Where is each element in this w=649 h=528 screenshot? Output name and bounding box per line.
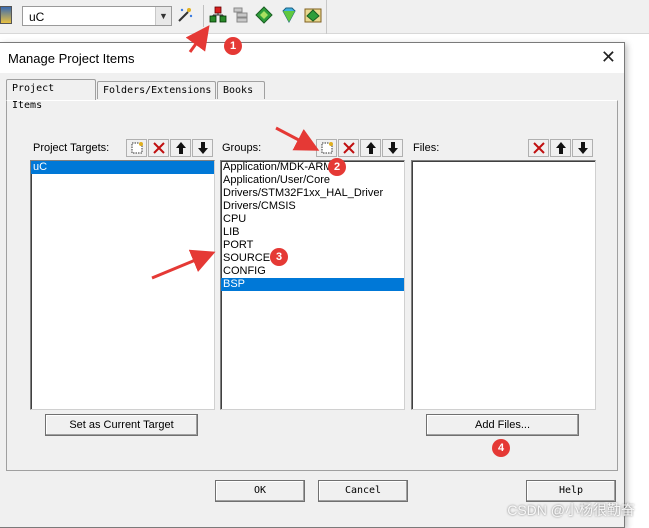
move-group-up-button[interactable] [360,139,381,157]
groups-label: Groups: [222,142,262,154]
project-items-panel: Project Targets: uC Set as Current Targe… [6,100,618,471]
tab-folders-extensions[interactable]: Folders/Extensions [97,81,216,99]
close-icon[interactable]: ✕ [601,47,616,67]
annotation-badge-3: 3 [270,248,288,266]
select-packs-icon[interactable] [232,6,250,24]
dialog-titlebar: Manage Project Items ✕ [0,43,624,73]
arrow-up-icon [555,142,566,154]
list-item-group[interactable]: CONFIG [221,265,404,278]
files-list[interactable] [411,160,596,410]
annotation-badge-2: 2 [328,158,346,176]
set-current-target-button[interactable]: Set as Current Target [45,414,198,436]
delete-icon [532,142,545,154]
chevron-down-icon[interactable]: ▼ [155,7,171,25]
annotation-badge-4: 4 [492,439,510,457]
pack-installer-icon[interactable] [255,6,273,24]
list-item-group[interactable]: PORT [221,239,404,252]
manage-runtime-env-icon[interactable] [304,6,322,24]
toolbar-separator [203,5,204,27]
move-file-down-button[interactable] [572,139,593,157]
cancel-button[interactable]: Cancel [318,480,408,502]
target-select-value: uC [29,10,45,24]
project-load-icon[interactable] [0,6,12,24]
list-item-group[interactable]: SOURCE [221,252,404,265]
delete-group-button[interactable] [338,139,359,157]
move-target-down-button[interactable] [192,139,213,157]
target-options-icon[interactable] [176,6,194,24]
move-group-down-button[interactable] [382,139,403,157]
arrow-down-icon [387,142,398,154]
ok-button[interactable]: OK [215,480,305,502]
main-toolbar: uC ▼ [0,0,649,34]
arrow-up-icon [365,142,376,154]
new-item-icon [131,142,143,154]
list-item-target[interactable]: uC [31,161,214,174]
arrow-down-icon [197,142,208,154]
list-item-group[interactable]: Application/User/Core [221,174,404,187]
new-item-icon [321,142,333,154]
toolbar-separator [326,0,327,34]
annotation-badge-1: 1 [224,37,242,55]
tab-books[interactable]: Books [217,81,265,99]
add-files-button[interactable]: Add Files... [426,414,579,436]
delete-file-button[interactable] [528,139,549,157]
move-file-up-button[interactable] [550,139,571,157]
list-item-group[interactable]: BSP [221,278,404,291]
delete-icon [152,142,165,154]
target-select[interactable]: uC ▼ [22,6,172,26]
list-item-group[interactable]: LIB [221,226,404,239]
help-button[interactable]: Help [526,480,616,502]
arrow-down-icon [577,142,588,154]
list-item-group[interactable]: Drivers/STM32F1xx_HAL_Driver [221,187,404,200]
list-item-group[interactable]: Drivers/CMSIS [221,200,404,213]
groups-list[interactable]: Application/MDK-ARM Application/User/Cor… [220,160,405,410]
arrow-up-icon [175,142,186,154]
move-target-up-button[interactable] [170,139,191,157]
delete-icon [342,142,355,154]
files-label: Files: [413,142,440,154]
new-group-button[interactable] [316,139,337,157]
targets-list[interactable]: uC [30,160,215,410]
software-components-icon[interactable] [280,6,298,24]
list-item-group[interactable]: Application/MDK-ARM [221,161,404,174]
new-target-button[interactable] [126,139,147,157]
watermark: CSDN @小杨很勤奋 [507,502,635,518]
dialog-title: Manage Project Items [8,51,135,66]
delete-target-button[interactable] [148,139,169,157]
manage-project-items-icon[interactable] [209,6,227,24]
project-targets-label: Project Targets: [33,142,110,154]
manage-project-items-dialog: Manage Project Items ✕ Project Items Fol… [0,42,625,528]
tab-project-items[interactable]: Project Items [6,79,96,111]
list-item-group[interactable]: CPU [221,213,404,226]
